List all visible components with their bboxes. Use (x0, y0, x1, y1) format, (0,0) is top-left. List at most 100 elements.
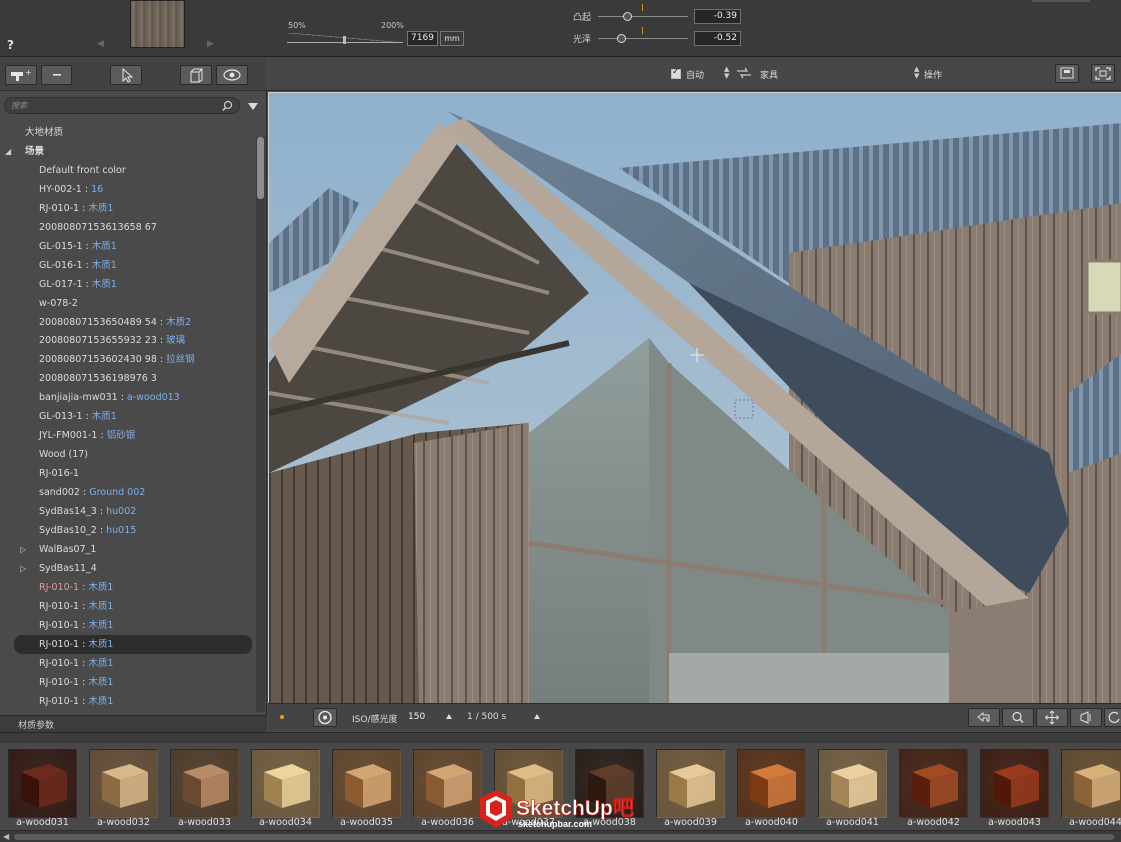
material-swatch-label[interactable]: a-wood035 (326, 817, 407, 828)
material-swatch-label[interactable]: a-wood040 (731, 817, 812, 828)
tree-item[interactable]: 大地材质 (0, 123, 256, 142)
gloss-slider-knob[interactable] (617, 34, 627, 43)
material-swatch-label[interactable]: a-wood036 (407, 817, 488, 828)
gloss-slider-track[interactable] (598, 38, 688, 39)
tree-scrollbar[interactable] (256, 137, 265, 712)
tree-item[interactable]: Wood (17) (0, 445, 256, 464)
add-material-button[interactable]: + (5, 65, 37, 85)
tree-item[interactable]: RJ-010-1 : 木质1 (0, 654, 256, 673)
bump-value-field[interactable]: -0.39 (694, 9, 741, 24)
filter-dropdown-icon[interactable] (248, 103, 258, 110)
tree-item[interactable]: 200808071536198976 3 (0, 369, 256, 388)
help-button[interactable]: ? (7, 38, 14, 52)
tree-item[interactable]: GL-015-1 : 木质1 (0, 237, 256, 256)
material-swatch-label[interactable]: a-wood042 (893, 817, 974, 828)
pick-material-button[interactable] (110, 65, 142, 85)
tree-item[interactable]: ▷ WalBas07_1 (0, 540, 256, 559)
material-swatch[interactable] (656, 749, 725, 818)
tree-item[interactable]: SydBas14_3 : hu002 (0, 502, 256, 521)
render-region-button[interactable] (1055, 64, 1079, 83)
tree-item[interactable]: GL-017-1 : 木质1 (0, 275, 256, 294)
search-icon[interactable] (222, 100, 234, 112)
prev-texture-icon[interactable]: ◀ (97, 39, 104, 49)
furniture-preset-label[interactable]: 家具 (760, 68, 778, 81)
tree-item[interactable]: RJ-010-1 : 木质1 (0, 616, 256, 635)
material-swatch[interactable] (413, 749, 482, 818)
material-swatch-label[interactable]: a-wood041 (812, 817, 893, 828)
tree-item[interactable]: RJ-016-1 (0, 464, 256, 483)
tree-item[interactable]: w-078-2 (0, 294, 256, 313)
material-swatch[interactable] (737, 749, 806, 818)
top-right-button[interactable] (1032, 0, 1090, 2)
material-swatch[interactable] (89, 749, 158, 818)
material-swatch-label[interactable]: a-wood031 (2, 817, 83, 828)
tree-item[interactable]: RJ-010-1 : 木质1 (0, 199, 256, 218)
bump-slider-track[interactable] (598, 16, 688, 17)
material-swatch[interactable] (1061, 749, 1121, 818)
tree-item[interactable]: RJ-010-1 : 木质1 (0, 673, 256, 692)
tree-item[interactable]: JYL-FM001-1 : 铝砂银 (0, 426, 256, 445)
fullscreen-button[interactable] (1091, 64, 1115, 83)
iso-increase-icon[interactable] (446, 714, 452, 719)
scroll-left-icon[interactable]: ◀ (3, 832, 9, 841)
tree-item[interactable]: GL-016-1 : 木质1 (0, 256, 256, 275)
next-texture-icon[interactable]: ▶ (207, 39, 214, 49)
tree-item[interactable]: ◢ 场景 (0, 142, 256, 161)
tree-item[interactable]: 20080807153602430 98 : 拉丝钢 (0, 350, 256, 369)
tree-scrollbar-thumb[interactable] (257, 137, 264, 199)
material-swatch-label[interactable]: a-wood034 (245, 817, 326, 828)
material-swatch[interactable] (8, 749, 77, 818)
tree-item[interactable]: 20080807153613658 67 (0, 218, 256, 237)
gloss-value-field[interactable]: -0.52 (694, 31, 741, 46)
render-viewport[interactable] (268, 92, 1121, 703)
tree-item[interactable]: SydBas10_2 : hu015 (0, 521, 256, 540)
material-swatch[interactable] (332, 749, 401, 818)
material-swatch[interactable] (980, 749, 1049, 818)
texture-scale-slider[interactable] (287, 33, 403, 45)
material-swatch-label[interactable]: a-wood044 (1055, 817, 1121, 828)
collapsed-arrow-icon[interactable]: ▷ (20, 559, 26, 578)
tree-item[interactable]: Default front color (0, 161, 256, 180)
tree-item[interactable]: banjiajia-mw031 : a-wood013 (0, 388, 256, 407)
tree-item[interactable]: 20080807153655932 23 : 玻璃 (0, 331, 256, 350)
material-params-bar[interactable]: 材质参数 (0, 715, 267, 732)
material-swatch[interactable] (251, 749, 320, 818)
shutter-speed-value[interactable]: 1 / 500 s (467, 712, 506, 722)
preset-updown-icon[interactable]: ▲ ▼ (724, 66, 729, 80)
auto-checkbox[interactable] (671, 67, 681, 79)
material-swatch-label[interactable]: a-wood043 (974, 817, 1055, 828)
tree-item[interactable]: ▷ SydBas11_4 (0, 559, 256, 578)
material-swatch-label[interactable]: a-wood032 (83, 817, 164, 828)
undo-view-button[interactable] (968, 708, 1000, 727)
material-strip-scroll-thumb[interactable] (14, 834, 1114, 840)
remove-material-button[interactable] (41, 65, 72, 85)
tree-item[interactable]: HY-002-1 : 16 (0, 180, 256, 199)
sync-icon[interactable] (735, 67, 753, 79)
scale-knob[interactable] (343, 36, 346, 44)
iso-value[interactable]: 150 (408, 712, 425, 722)
bump-slider-knob[interactable] (622, 12, 632, 21)
tree-item[interactable]: GL-013-1 : 木质1 (0, 407, 256, 426)
material-swatch[interactable] (818, 749, 887, 818)
action-dropdown[interactable]: 操作 (924, 68, 942, 81)
size-unit-button[interactable]: mm (440, 31, 464, 46)
material-texture-preview[interactable] (130, 0, 185, 48)
material-strip-header[interactable] (0, 732, 1121, 743)
apply-material-button[interactable] (180, 65, 212, 85)
toggle-visibility-button[interactable] (216, 65, 248, 85)
orbit-button[interactable] (1104, 708, 1121, 727)
tree-item[interactable]: sand002 : Ground 002 (0, 483, 256, 502)
tree-item[interactable]: RJ-010-1 : 木质1 (0, 597, 256, 616)
action-updown-icon[interactable]: ▲ ▼ (914, 66, 919, 80)
tree-item[interactable]: RJ-010-1 : 木质1 (0, 692, 256, 711)
texture-size-input[interactable]: 7169 (407, 31, 438, 46)
material-swatch[interactable] (170, 749, 239, 818)
tree-item[interactable]: RJ-010-1 : 木质1 (0, 578, 256, 597)
expanded-arrow-icon[interactable]: ◢ (5, 142, 11, 161)
material-swatch[interactable] (899, 749, 968, 818)
material-swatch-label[interactable]: a-wood033 (164, 817, 245, 828)
shutter-increase-icon[interactable] (534, 714, 540, 719)
camera-save-button[interactable] (1070, 708, 1102, 727)
pan-button[interactable] (1036, 708, 1068, 727)
zoom-button[interactable] (1002, 708, 1034, 727)
